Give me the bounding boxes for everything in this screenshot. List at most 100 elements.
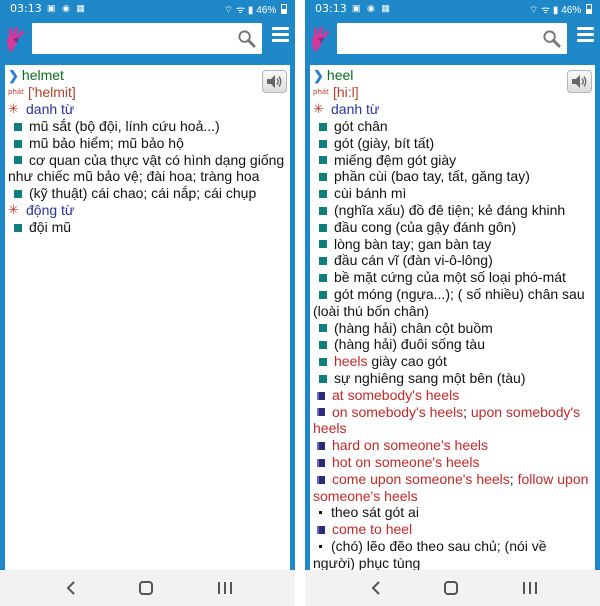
search-input[interactable] (337, 23, 567, 54)
bullet-icon (319, 357, 327, 366)
navigation-bar (305, 570, 600, 606)
recent-apps-icon[interactable] (523, 582, 537, 594)
bullet-icon (319, 341, 327, 350)
search-icon[interactable] (542, 29, 561, 48)
definition-item: (hàng hải) chân cột buồm (313, 320, 592, 337)
part-of-speech: ✳ động từ (8, 202, 287, 219)
search-icon[interactable] (237, 29, 256, 48)
hamburger-menu-icon[interactable] (577, 27, 594, 43)
navigation-bar (0, 570, 295, 606)
bullet-icon (319, 240, 327, 249)
idiom-item[interactable]: hard on someone's heels (313, 437, 592, 454)
part-of-speech-label: động từ (26, 201, 75, 218)
definition-item: cơ quan của thực vật có hình dạng giống … (8, 152, 287, 186)
definition-item: lòng bàn tay; gan bàn tay (313, 236, 592, 253)
bullet-icon (14, 139, 22, 148)
battery-icon (586, 4, 592, 14)
part-of-speech: ✳ danh từ (8, 101, 287, 118)
definition-text: (nghĩa xấu) đồ đê tiện; kẻ đáng khinh (334, 201, 566, 218)
phonetic: phát [hi:l] (313, 84, 592, 101)
idiom-text: hot on someone's heels (332, 453, 480, 470)
definition-text: đầu cong (của gậy đánh gôn) (334, 218, 517, 235)
back-icon[interactable] (370, 581, 382, 595)
idiom-text: come upon someone's heels (332, 470, 510, 487)
definition-item: gót chân (313, 118, 592, 135)
entry-content: ❯ heel phát [hi:l] ✳ danh từ gót chân gó… (310, 65, 595, 570)
part-of-speech-label: danh từ (26, 101, 75, 117)
bullet-icon (319, 122, 327, 131)
definition-item: đội mũ (8, 219, 287, 236)
definition-item: (nghĩa xấu) đồ đê tiện; kẻ đáng khinh (313, 202, 592, 219)
system-icons: ⌔ ᯤ ▮ 46% (529, 2, 592, 17)
bullet-icon (319, 139, 327, 148)
book-icon (317, 408, 325, 417)
battery-percent: 46% (561, 5, 582, 16)
definition-text: gót móng (ngựa...); ( số nhiều) chân sau… (313, 285, 585, 319)
phone-screen-helmet: 03:13 ▣ ◉ ▦ ⌔ ᯤ ▮ 46% ❯ helmet phát ['he… (0, 0, 295, 606)
book-icon (317, 475, 325, 484)
recent-apps-icon[interactable] (218, 582, 232, 594)
bullet-icon (319, 189, 327, 198)
bullet-icon (319, 290, 327, 299)
hand-logo-icon[interactable] (309, 25, 333, 53)
definition-item: (hàng hải) đuôi sống tàu (313, 336, 592, 353)
definition-item: cùi bánh mì (313, 185, 592, 202)
app-bar (0, 18, 295, 58)
idiom-item[interactable]: come upon someone's heels; follow upon s… (313, 471, 592, 505)
entry-content: ❯ helmet phát ['helmit] ✳ danh từ mũ sắt… (5, 65, 290, 570)
headword: ❯ helmet (8, 67, 287, 84)
headword-text: heel (326, 67, 354, 83)
headword: ❯ heel (313, 67, 592, 84)
hand-logo-icon[interactable] (4, 25, 28, 53)
usage-text: (chó) lẽo đẽo theo sau chủ; (nói về ngườ… (313, 537, 547, 570)
idiom-item[interactable]: hot on someone's heels (313, 454, 592, 471)
speaker-icon[interactable] (262, 70, 287, 93)
speaker-icon[interactable] (567, 70, 592, 93)
bullet-icon (319, 374, 327, 383)
definition-text: lòng bàn tay; gan bàn tay (334, 235, 492, 252)
definition-text: giày cao gót (367, 353, 447, 370)
home-icon[interactable] (139, 581, 153, 595)
idiom-text: at somebody's heels (332, 386, 460, 403)
signal-icons: ⌔ ᯤ ▮ (223, 5, 254, 16)
hamburger-menu-icon[interactable] (272, 27, 289, 43)
definition-text: sự nghiêng sang một bên (tàu) (334, 369, 526, 386)
battery-percent: 46% (256, 5, 277, 16)
definition-text: miếng đệm gót giày (334, 151, 457, 168)
phone-screen-heel: 03:13 ▣ ◉ ▦ ⌔ ᯤ ▮ 46% ❯ heel phát [hi:l]… (305, 0, 600, 606)
back-icon[interactable] (65, 581, 77, 595)
definition-text: cơ quan của thực vật có hình dạng giống … (8, 151, 285, 185)
dot-icon (319, 511, 322, 515)
search-input[interactable] (32, 23, 262, 54)
definition-item: heels giày cao gót (313, 353, 592, 370)
status-bar: 03:13 ▣ ◉ ▦ ⌔ ᯤ ▮ 46% (0, 0, 295, 18)
usage-item: (chó) lẽo đẽo theo sau chủ; (nói về ngườ… (313, 538, 592, 570)
signal-icons: ⌔ ᯤ ▮ (528, 5, 559, 16)
idiom-separator: ; (463, 403, 471, 420)
status-time: 03:13 (315, 2, 347, 15)
bullet-icon (319, 156, 327, 165)
bullet-icon (14, 189, 22, 198)
definition-item: mũ sắt (bộ đội, lính cứu hoả...) (8, 118, 287, 135)
definition-item: (kỹ thuật) cái chao; cái nắp; cái chụp (8, 185, 287, 202)
system-icons: ⌔ ᯤ ▮ 46% (224, 2, 287, 17)
idiom-item[interactable]: on somebody's heels; upon somebody's hee… (313, 404, 592, 438)
idiom-item[interactable]: come to heel (313, 521, 592, 538)
definition-item: đầu cán vĩ (đàn vi-ô-lông) (313, 252, 592, 269)
pronunciation-icon: phát (8, 88, 24, 96)
dot-icon (319, 544, 322, 548)
phonetic-text: ['helmit] (28, 84, 76, 100)
definition-text: cùi bánh mì (334, 185, 407, 202)
entry-panel: ❯ heel phát [hi:l] ✳ danh từ gót chân gó… (305, 58, 600, 570)
definition-item: sự nghiêng sang một bên (tàu) (313, 370, 592, 387)
notification-icons: ▣ ◉ ▦ (47, 3, 87, 13)
phonetic: phát ['helmit] (8, 84, 287, 101)
asterisk-icon: ✳ (8, 102, 19, 117)
definition-text: đầu cán vĩ (đàn vi-ô-lông) (334, 252, 493, 269)
definition-text: mũ bảo hiểm; mũ bảo hộ (29, 134, 184, 151)
definition-text: (hàng hải) chân cột buồm (334, 319, 493, 336)
book-icon (317, 391, 325, 400)
idiom-item[interactable]: at somebody's heels (313, 387, 592, 404)
home-icon[interactable] (444, 581, 458, 595)
asterisk-icon: ✳ (8, 202, 19, 218)
